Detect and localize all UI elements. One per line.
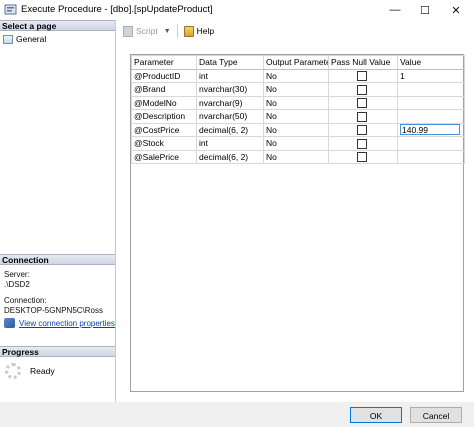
window-title: Execute Procedure - [dbo].[spUpdateProdu… <box>21 4 213 15</box>
parameter-output: No <box>263 68 329 83</box>
maximize-button[interactable]: ☐ <box>410 0 440 20</box>
parameter-name: @Description <box>131 109 197 124</box>
parameters-grid: Parameter Data Type Output Parameter Pas… <box>130 54 465 392</box>
parameter-data-type: decimal(6, 2) <box>196 122 264 137</box>
parameter-data-type: nvarchar(50) <box>196 109 264 124</box>
pass-null-cell <box>328 68 398 83</box>
cancel-button[interactable]: Cancel <box>410 407 462 423</box>
toolbar-separator <box>176 24 178 38</box>
parameter-data-type: int <box>196 136 264 151</box>
help-icon <box>183 25 194 37</box>
parameter-data-type: nvarchar(9) <box>196 95 264 110</box>
script-label: Script <box>136 26 158 36</box>
column-header-output-parameter: Output Parameter <box>263 55 329 70</box>
page-item-general[interactable]: General <box>3 34 46 44</box>
main-pane: Script ▼ Help Parameter Data Type Output… <box>116 20 474 402</box>
parameter-output: No <box>263 136 329 151</box>
toolbar: Script ▼ Help <box>116 20 474 42</box>
dialog-footer: OK Cancel <box>0 402 474 427</box>
help-button[interactable]: Help <box>183 25 215 37</box>
app-icon <box>4 4 17 15</box>
parameter-value-cell <box>397 122 465 137</box>
table-row: @Description nvarchar(50) No <box>131 109 465 124</box>
column-header-pass-null-value: Pass Null Value <box>328 55 398 70</box>
progress-status: Ready <box>30 366 55 376</box>
parameter-name: @CostPrice <box>131 122 197 137</box>
connection-properties-icon <box>4 318 15 328</box>
pass-null-checkbox[interactable] <box>357 138 367 149</box>
close-button[interactable]: ✕ <box>441 0 471 20</box>
parameter-name: @SalePrice <box>131 149 197 164</box>
parameter-data-type: int <box>196 68 264 83</box>
pass-null-checkbox[interactable] <box>357 71 367 82</box>
left-pane: Select a page General Connection Server:… <box>0 20 116 402</box>
table-row: @ProductID int No 1 <box>131 68 465 83</box>
parameter-value[interactable] <box>397 136 465 151</box>
pass-null-checkbox[interactable] <box>357 125 367 136</box>
connection-header: Connection <box>0 254 115 265</box>
parameter-value[interactable] <box>397 149 465 164</box>
pass-null-checkbox[interactable] <box>357 111 367 122</box>
grid-header-row: Parameter Data Type Output Parameter Pas… <box>131 55 465 70</box>
pass-null-cell <box>328 149 398 164</box>
pass-null-cell <box>328 95 398 110</box>
chevron-down-icon[interactable]: ▼ <box>164 28 171 35</box>
parameter-output: No <box>263 95 329 110</box>
minimize-button[interactable]: — <box>380 0 410 20</box>
parameter-output: No <box>263 109 329 124</box>
pass-null-cell <box>328 109 398 124</box>
pass-null-checkbox[interactable] <box>357 84 367 95</box>
table-row: @ModelNo nvarchar(9) No <box>131 95 465 110</box>
parameter-name: @Brand <box>131 82 197 97</box>
script-button[interactable]: Script <box>123 25 158 37</box>
table-row: @CostPrice decimal(6, 2) No <box>131 122 465 137</box>
column-header-data-type: Data Type <box>196 55 264 70</box>
help-label: Help <box>196 26 215 36</box>
table-row: @Stock int No <box>131 136 465 151</box>
parameter-value[interactable] <box>397 95 465 110</box>
parameter-value[interactable] <box>397 82 465 97</box>
pass-null-checkbox[interactable] <box>357 98 367 109</box>
title-bar: Execute Procedure - [dbo].[spUpdateProdu… <box>0 0 474 20</box>
parameter-name: @ProductID <box>131 68 197 83</box>
select-page-header: Select a page <box>0 20 115 31</box>
pass-null-cell <box>328 136 398 151</box>
parameter-name: @Stock <box>131 136 197 151</box>
parameter-value[interactable]: 1 <box>397 68 465 83</box>
parameter-data-type: decimal(6, 2) <box>196 149 264 164</box>
connection-label: Connection: <box>4 296 47 305</box>
view-connection-properties[interactable]: View connection properties <box>4 318 115 328</box>
pass-null-cell <box>328 122 398 137</box>
server-label: Server: <box>4 270 30 279</box>
column-header-parameter: Parameter <box>131 55 197 70</box>
cost-price-value-input[interactable] <box>400 124 460 136</box>
connection-value: DESKTOP-5GNPN5C\Ross <box>4 306 103 315</box>
parameter-value[interactable] <box>397 109 465 124</box>
column-header-value: Value <box>397 55 465 70</box>
view-connection-link[interactable]: View connection properties <box>19 319 115 328</box>
table-row: @Brand nvarchar(30) No <box>131 82 465 97</box>
general-page-icon <box>3 34 13 44</box>
pass-null-checkbox[interactable] <box>357 152 367 163</box>
progress-area: Ready <box>5 363 55 379</box>
pass-null-cell <box>328 82 398 97</box>
ok-button[interactable]: OK <box>350 407 402 423</box>
progress-header: Progress <box>0 346 115 357</box>
progress-spinner-icon <box>5 363 21 379</box>
page-item-label: General <box>16 34 47 44</box>
parameter-data-type: nvarchar(30) <box>196 82 264 97</box>
parameter-name: @ModelNo <box>131 95 197 110</box>
server-value: .\DSD2 <box>4 280 30 289</box>
table-row: @SalePrice decimal(6, 2) No <box>131 149 465 164</box>
parameter-output: No <box>263 122 329 137</box>
script-icon <box>123 25 133 37</box>
parameter-output: No <box>263 82 329 97</box>
parameter-output: No <box>263 149 329 164</box>
